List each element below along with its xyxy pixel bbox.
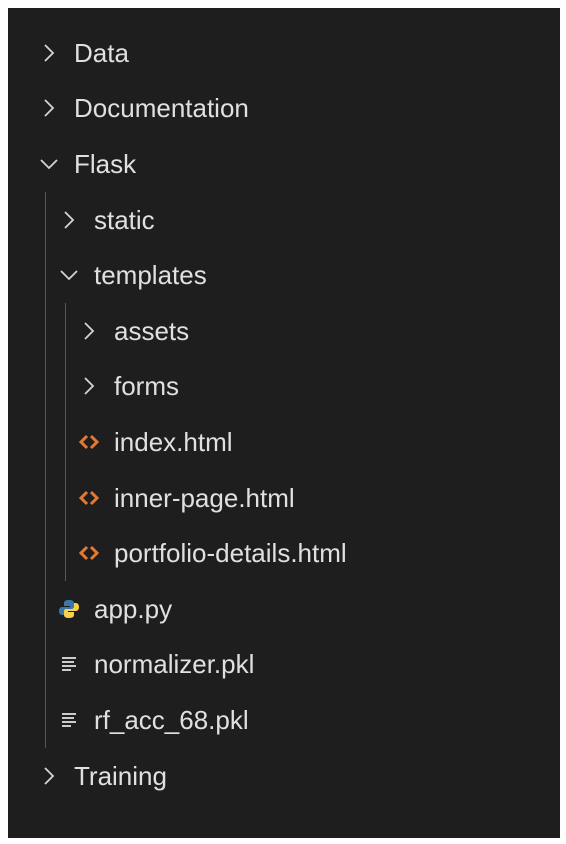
indent-guide bbox=[45, 358, 46, 415]
tree-file-item[interactable]: app.py bbox=[8, 580, 560, 637]
chevron-right-icon bbox=[36, 761, 62, 791]
tree-item-label: portfolio-details.html bbox=[114, 538, 347, 569]
indent-guide bbox=[45, 692, 46, 748]
tree-file-item[interactable]: normalizer.pkl bbox=[8, 636, 560, 693]
tree-folder-item[interactable]: forms bbox=[8, 358, 560, 415]
tree-item-label: Data bbox=[74, 37, 129, 68]
text-file-icon bbox=[56, 705, 82, 735]
indent-guide bbox=[65, 358, 66, 415]
tree-folder-item[interactable]: assets bbox=[8, 302, 560, 359]
tree-file-item[interactable]: inner-page.html bbox=[8, 469, 560, 526]
chevron-down-icon bbox=[56, 260, 82, 290]
tree-item-label: app.py bbox=[94, 593, 173, 624]
file-tree: Data Documentation Flask static templates ass… bbox=[8, 25, 560, 803]
chevron-right-icon bbox=[76, 316, 102, 346]
tree-item-label: normalizer.pkl bbox=[94, 649, 255, 680]
chevron-right-icon bbox=[36, 38, 62, 68]
chevron-right-icon bbox=[56, 205, 82, 235]
html-file-icon bbox=[76, 427, 102, 457]
tree-item-label: rf_acc_68.pkl bbox=[94, 704, 249, 735]
tree-item-label: templates bbox=[94, 260, 207, 291]
indent-guide bbox=[65, 414, 66, 470]
indent-guide bbox=[65, 525, 66, 581]
tree-file-item[interactable]: rf_acc_68.pkl bbox=[8, 692, 560, 748]
chevron-down-icon bbox=[36, 149, 62, 179]
indent-guide bbox=[45, 469, 46, 526]
tree-folder-item[interactable]: Documentation bbox=[8, 81, 560, 137]
tree-folder-item[interactable]: Flask bbox=[8, 136, 560, 192]
indent-guide bbox=[45, 580, 46, 637]
python-file-icon bbox=[56, 594, 82, 624]
tree-item-label: Training bbox=[74, 760, 167, 791]
chevron-right-icon bbox=[76, 371, 102, 401]
tree-item-label: Flask bbox=[74, 148, 137, 179]
indent-guide bbox=[45, 636, 46, 693]
indent-guide bbox=[45, 302, 46, 359]
html-file-icon bbox=[76, 483, 102, 513]
tree-item-label: inner-page.html bbox=[114, 482, 295, 513]
tree-item-label: forms bbox=[114, 371, 179, 402]
tree-folder-item[interactable]: Training bbox=[8, 748, 560, 804]
tree-folder-item[interactable]: templates bbox=[8, 247, 560, 303]
indent-guide bbox=[65, 469, 66, 526]
tree-file-item[interactable]: index.html bbox=[8, 414, 560, 470]
tree-item-label: index.html bbox=[114, 426, 233, 457]
indent-guide bbox=[45, 247, 46, 303]
file-explorer-panel: Data Documentation Flask static templates ass… bbox=[8, 8, 560, 838]
tree-item-label: assets bbox=[114, 315, 190, 346]
text-file-icon bbox=[56, 649, 82, 679]
indent-guide bbox=[45, 414, 46, 470]
tree-folder-item[interactable]: static bbox=[8, 191, 560, 248]
html-file-icon bbox=[76, 538, 102, 568]
indent-guide bbox=[45, 191, 46, 248]
tree-item-label: Documentation bbox=[74, 93, 249, 124]
indent-guide bbox=[45, 525, 46, 581]
tree-folder-item[interactable]: Data bbox=[8, 25, 560, 81]
indent-guide bbox=[65, 302, 66, 359]
tree-item-label: static bbox=[94, 204, 155, 235]
chevron-right-icon bbox=[36, 93, 62, 123]
tree-file-item[interactable]: portfolio-details.html bbox=[8, 525, 560, 581]
